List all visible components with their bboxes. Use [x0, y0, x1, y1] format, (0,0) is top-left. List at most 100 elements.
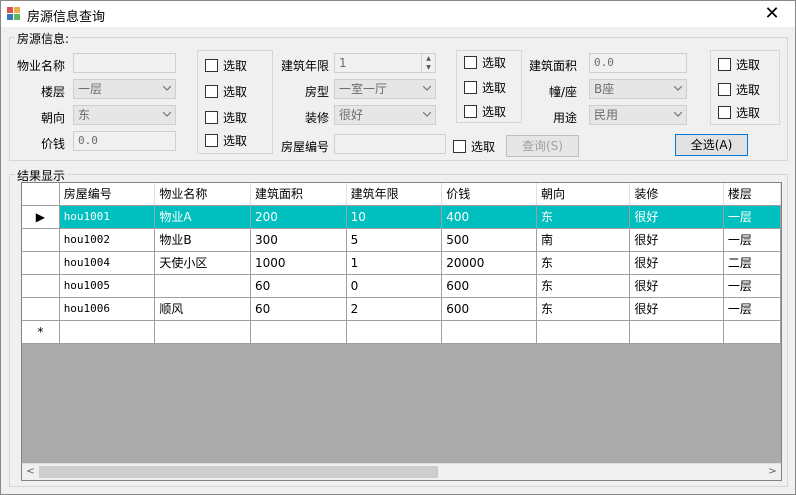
floor-select[interactable]: 一层: [73, 79, 176, 99]
column-header[interactable]: 装修: [629, 183, 724, 206]
table-cell[interactable]: hou1005: [59, 274, 156, 298]
table-cell[interactable]: 物业B: [154, 228, 251, 252]
table-cell[interactable]: 600: [441, 297, 537, 321]
table-cell[interactable]: 很好: [629, 251, 724, 275]
select-checkbox-floor[interactable]: 选取: [205, 83, 247, 99]
scroll-left-icon[interactable]: <: [22, 464, 39, 480]
table-cell[interactable]: 2: [346, 297, 443, 321]
table-cell[interactable]: 10: [346, 205, 443, 229]
row-header[interactable]: [22, 228, 60, 252]
table-cell[interactable]: [346, 320, 443, 344]
row-header[interactable]: [22, 251, 60, 275]
table-cell[interactable]: hou1004: [59, 251, 156, 275]
price-input[interactable]: 0.0: [73, 131, 176, 151]
column-header[interactable]: 建筑年限: [346, 183, 443, 206]
select-checkbox-build-area[interactable]: 选取: [718, 56, 760, 72]
select-checkbox-decoration[interactable]: 选取: [464, 103, 506, 119]
table-cell[interactable]: 1: [346, 251, 443, 275]
table-cell[interactable]: 很好: [629, 228, 724, 252]
table-cell[interactable]: 东: [536, 274, 631, 298]
title-bar[interactable]: 房源信息查询 ✕: [1, 1, 795, 27]
table-cell[interactable]: 一层: [723, 274, 781, 298]
select-all-button[interactable]: 全选(A): [675, 134, 748, 156]
build-area-label: 建筑面积: [528, 59, 577, 73]
table-cell[interactable]: 南: [536, 228, 631, 252]
table-cell[interactable]: 0: [346, 274, 443, 298]
decoration-select[interactable]: 很好: [334, 105, 436, 125]
select-checkbox-price[interactable]: 选取: [205, 132, 247, 148]
column-header[interactable]: 价钱: [441, 183, 537, 206]
results-grid[interactable]: 房屋编号 物业名称 建筑面积 建筑年限 价钱 朝向 装修 楼层 ▶ hou100…: [21, 182, 782, 481]
row-header[interactable]: [22, 297, 60, 321]
close-button[interactable]: ✕: [749, 1, 795, 27]
column-header[interactable]: 房屋编号: [59, 183, 156, 206]
usage-value: 民用: [594, 108, 619, 122]
select-checkbox-house-no[interactable]: 选取: [453, 138, 495, 154]
table-cell[interactable]: 500: [441, 228, 537, 252]
table-cell[interactable]: 20000: [441, 251, 537, 275]
table-cell[interactable]: [723, 320, 781, 344]
table-cell[interactable]: [536, 320, 631, 344]
table-cell[interactable]: 很好: [629, 297, 724, 321]
table-row[interactable]: hou1005 60 0 600 东 很好 一层: [22, 274, 781, 298]
table-cell[interactable]: [441, 320, 537, 344]
column-header[interactable]: 楼层: [723, 183, 781, 206]
table-cell[interactable]: [154, 320, 251, 344]
table-cell[interactable]: 60: [250, 297, 347, 321]
scrollbar-thumb[interactable]: [39, 466, 438, 478]
table-cell[interactable]: hou1002: [59, 228, 156, 252]
table-cell[interactable]: 东: [536, 297, 631, 321]
orientation-select[interactable]: 东: [73, 105, 176, 125]
query-button[interactable]: 查询(S): [506, 135, 579, 157]
select-checkbox-orientation[interactable]: 选取: [205, 109, 247, 125]
room-type-select[interactable]: 一室一厅: [334, 79, 436, 99]
table-row[interactable]: hou1006 顺风 60 2 600 东 很好 一层: [22, 297, 781, 321]
table-cell[interactable]: 顺风: [154, 297, 251, 321]
table-row[interactable]: hou1004 天使小区 1000 1 20000 东 很好 二层: [22, 251, 781, 275]
table-cell[interactable]: 一层: [723, 205, 781, 229]
column-header[interactable]: 朝向: [536, 183, 631, 206]
build-area-input[interactable]: 0.0: [589, 53, 687, 73]
spinner-arrows-icon[interactable]: ▲ ▼: [421, 54, 435, 72]
table-cell[interactable]: [59, 320, 156, 344]
table-cell[interactable]: [629, 320, 724, 344]
usage-select[interactable]: 民用: [589, 105, 687, 125]
build-years-spinner[interactable]: 1 ▲ ▼: [334, 53, 436, 73]
table-cell[interactable]: 东: [536, 251, 631, 275]
table-cell[interactable]: 很好: [629, 205, 724, 229]
house-no-input[interactable]: [334, 134, 446, 154]
table-cell[interactable]: 一层: [723, 228, 781, 252]
table-cell[interactable]: 很好: [629, 274, 724, 298]
select-checkbox-build-years[interactable]: 选取: [464, 54, 506, 70]
building-select[interactable]: B座: [589, 79, 687, 99]
select-checkbox-usage[interactable]: 选取: [718, 104, 760, 120]
column-header[interactable]: 建筑面积: [250, 183, 347, 206]
property-name-input[interactable]: [73, 53, 176, 73]
table-cell[interactable]: 天使小区: [154, 251, 251, 275]
column-header[interactable]: 物业名称: [154, 183, 251, 206]
table-cell[interactable]: 物业A: [154, 205, 251, 229]
table-cell[interactable]: hou1001: [59, 205, 156, 229]
select-checkbox-property-name[interactable]: 选取: [205, 57, 247, 73]
table-cell[interactable]: 60: [250, 274, 347, 298]
table-cell[interactable]: [154, 274, 251, 298]
table-cell[interactable]: 200: [250, 205, 347, 229]
horizontal-scrollbar[interactable]: < >: [22, 463, 781, 480]
row-header[interactable]: [22, 274, 60, 298]
table-cell[interactable]: [250, 320, 347, 344]
table-cell[interactable]: 600: [441, 274, 537, 298]
select-checkbox-room-type[interactable]: 选取: [464, 79, 506, 95]
table-cell[interactable]: 一层: [723, 297, 781, 321]
table-cell[interactable]: 东: [536, 205, 631, 229]
table-cell[interactable]: 400: [441, 205, 537, 229]
table-cell[interactable]: hou1006: [59, 297, 156, 321]
table-cell[interactable]: 1000: [250, 251, 347, 275]
select-checkbox-building[interactable]: 选取: [718, 81, 760, 97]
table-row[interactable]: hou1002 物业B 300 5 500 南 很好 一层: [22, 228, 781, 252]
table-cell[interactable]: 5: [346, 228, 443, 252]
table-cell[interactable]: 二层: [723, 251, 781, 275]
table-row[interactable]: ▶ hou1001 物业A 200 10 400 东 很好 一层: [22, 205, 781, 229]
table-cell[interactable]: 300: [250, 228, 347, 252]
scroll-right-icon[interactable]: >: [764, 464, 781, 480]
new-row[interactable]: *: [22, 320, 781, 344]
